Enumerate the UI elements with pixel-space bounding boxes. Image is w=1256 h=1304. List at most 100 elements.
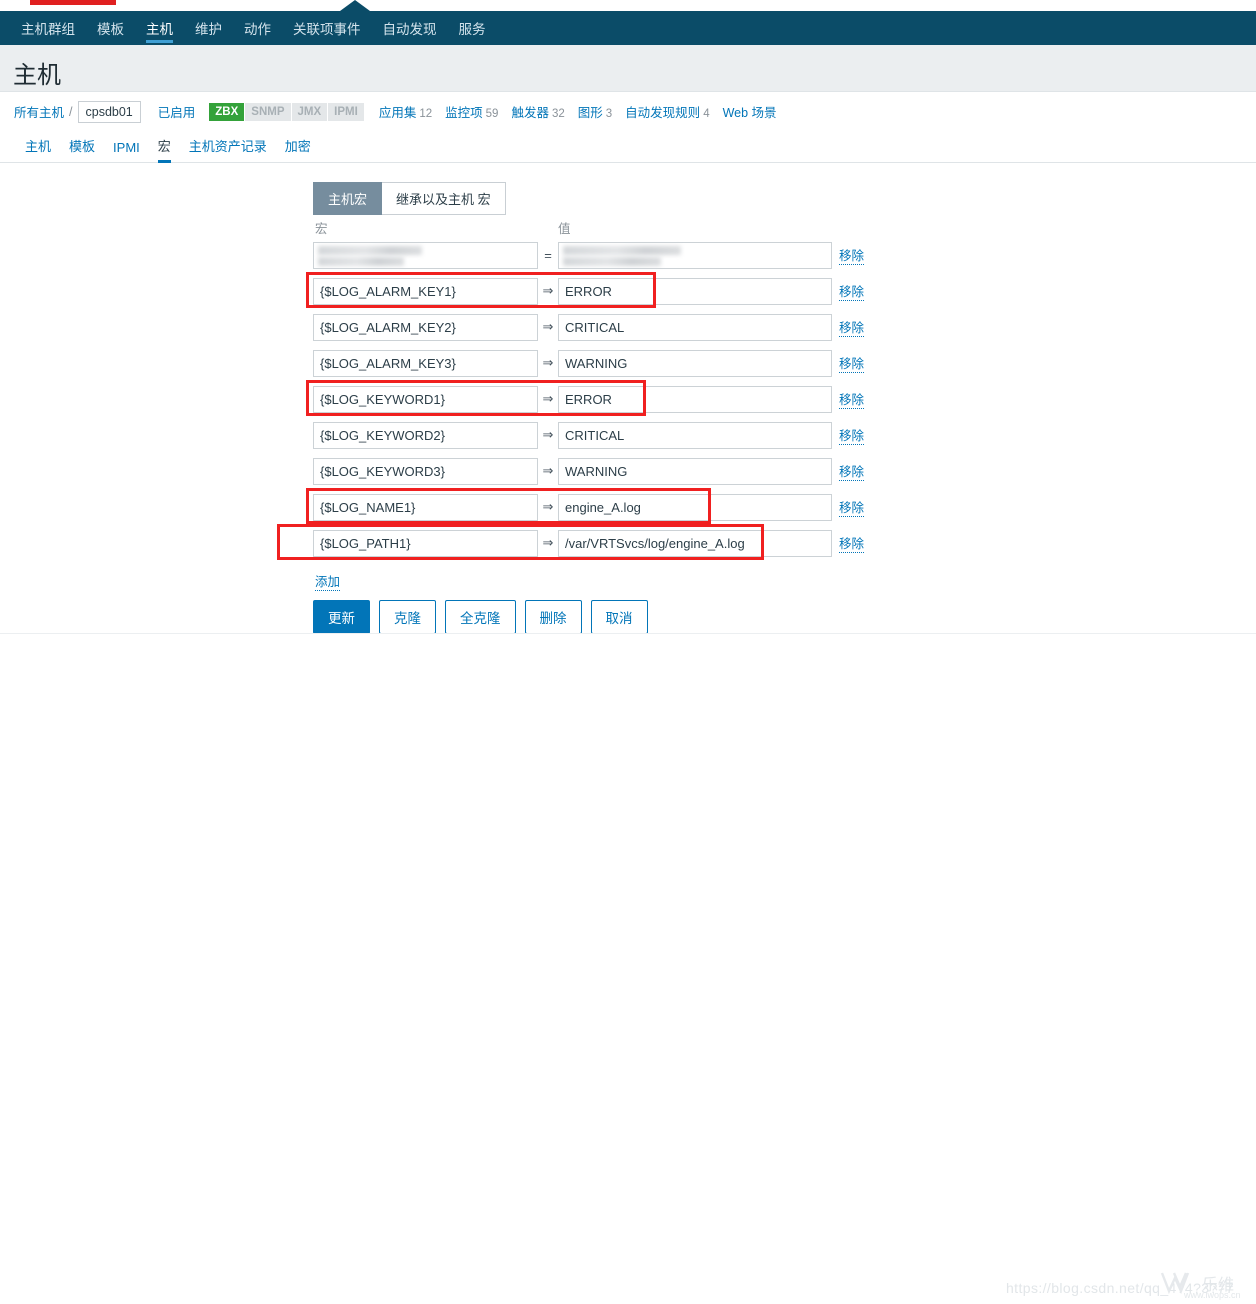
form-button-4[interactable]: 取消 [590,600,648,634]
form-button-3[interactable]: 删除 [524,600,582,634]
macro-name-input-1[interactable]: {$LOG_ALARM_KEY1} [313,277,538,305]
breadcrumb-all-hosts[interactable]: 所有主机 [14,102,64,121]
macro-operator-7: ⇒ [542,499,554,514]
nav-item-1[interactable]: 模板 [86,11,135,45]
macro-operator-0: = [544,247,552,263]
watermark-logo: 乐维 www.lwops.cn [1160,1270,1252,1304]
breadcrumb-separator: / [69,104,73,119]
object-tab-5[interactable]: 加密 [276,136,320,162]
macro-value-input-2[interactable]: CRITICAL [558,313,832,341]
macro-row: {$LOG_KEYWORD2} ⇒ CRITICAL 移除 [0,417,1256,453]
top-strip [0,0,1256,11]
breadcrumb-link-group-1: 监控项 59 [445,102,498,121]
breadcrumb-link-2[interactable]: 触发器 [511,106,549,120]
macro-name-input-2[interactable]: {$LOG_ALARM_KEY2} [313,313,538,341]
macro-value-input-4[interactable]: ERROR [558,385,832,413]
object-tab-1[interactable]: 模板 [60,136,104,162]
object-tab-2[interactable]: IPMI [104,140,149,162]
macro-row: {$LOG_ALARM_KEY3} ⇒ WARNING 移除 [0,345,1256,381]
nav-item-3[interactable]: 维护 [184,11,233,45]
breadcrumb-link-5[interactable]: Web 场景 [723,106,777,120]
page-header: 主机 [0,45,1256,92]
remove-macro-link-8[interactable]: 移除 [839,533,865,553]
interface-badge-snmp: SNMP [245,102,291,121]
macro-name-input-6[interactable]: {$LOG_KEYWORD3} [313,457,538,485]
macro-value-input-1[interactable]: ERROR [558,277,832,305]
macro-operator-6: ⇒ [542,463,554,478]
object-tab-4[interactable]: 主机资产记录 [180,136,276,162]
nav-pointer-notch [340,0,370,11]
interface-badge-zbx[interactable]: ZBX [209,102,245,121]
remove-macro-link-7[interactable]: 移除 [839,497,865,517]
breadcrumb-link-count-0: 12 [419,108,433,120]
interface-badge-jmx: JMX [291,102,328,121]
macro-value-input-8[interactable]: /var/VRTSvcs/log/engine_A.log [558,529,832,557]
breadcrumb-link-0[interactable]: 应用集 [379,106,417,120]
breadcrumb-link-group-0: 应用集 12 [379,102,432,121]
macro-row: {$LOG_KEYWORD3} ⇒ WARNING 移除 [0,453,1256,489]
form-button-1[interactable]: 克隆 [379,600,436,634]
breadcrumb-link-4[interactable]: 自动发现规则 [625,106,700,120]
nav-item-4[interactable]: 动作 [233,11,282,45]
macro-value-input-7[interactable]: engine_A.log [558,493,832,521]
add-macro-link[interactable]: 添加 [315,571,341,591]
macro-name-input-4[interactable]: {$LOG_KEYWORD1} [313,385,538,413]
remove-macro-link-2[interactable]: 移除 [839,317,865,337]
page-footer: https://blog.csdn.net/qq_4?4?3?77 乐维 www… [0,633,1256,1300]
form-action-buttons: 更新 克隆 全克隆 删除 取消 [313,600,648,634]
remove-macro-link-5[interactable]: 移除 [839,425,865,445]
macro-operator-5: ⇒ [542,427,554,442]
redacted-block [563,245,681,255]
macro-scope-tab-1[interactable]: 继承以及主机 宏 [382,182,506,215]
nav-item-5[interactable]: 关联项事件 [282,11,372,45]
page-title: 主机 [13,62,61,89]
nav-item-6[interactable]: 自动发现 [372,11,448,45]
nav-item-2[interactable]: 主机 [135,11,184,45]
breadcrumb-link-3[interactable]: 图形 [578,106,603,120]
macros-form: 主机宏 继承以及主机 宏 宏 值 = 移除 {$LOG_ALARM_KEY1} ⇒ ERR… [0,163,1256,634]
redacted-block [318,256,404,266]
breadcrumb-host-name[interactable]: cpsdb01 [77,100,141,123]
macro-operator-3: ⇒ [542,355,554,370]
macro-name-input-7[interactable]: {$LOG_NAME1} [313,493,538,521]
remove-macro-link-1[interactable]: 移除 [839,281,865,301]
remove-macro-link-0[interactable]: 移除 [839,245,865,265]
macro-scope-tab-0[interactable]: 主机宏 [313,182,383,215]
nav-item-7[interactable]: 服务 [448,11,497,45]
breadcrumb-link-group-2: 触发器 32 [511,102,564,121]
macro-row: {$LOG_ALARM_KEY2} ⇒ CRITICAL 移除 [0,309,1256,345]
nav-item-0[interactable]: 主机群组 [10,11,86,45]
macro-name-input-5[interactable]: {$LOG_KEYWORD2} [313,421,538,449]
remove-macro-link-6[interactable]: 移除 [839,461,865,481]
macro-value-input-5[interactable]: CRITICAL [558,421,832,449]
macro-operator-1: ⇒ [542,283,554,298]
macro-value-input-3[interactable]: WARNING [558,349,832,377]
column-header-value: 值 [558,222,571,236]
macro-operator-2: ⇒ [542,319,554,334]
macro-operator-8: ⇒ [542,535,554,550]
macro-scope-tabs: 主机宏 继承以及主机 宏 [313,182,506,215]
macro-name-input-0[interactable] [313,241,538,269]
object-tab-0[interactable]: 主机 [16,136,60,162]
macro-value-input-6[interactable]: WARNING [558,457,832,485]
macro-name-input-8[interactable]: {$LOG_PATH1} [313,529,538,557]
breadcrumb-host-status[interactable]: 已启用 [158,102,196,121]
macro-value-input-0[interactable] [558,241,832,269]
object-tabs: 主机 模板 IPMI 宏主机资产记录 加密 [0,132,1256,163]
breadcrumb-link-count-1: 59 [485,108,499,120]
form-button-0[interactable]: 更新 [313,600,370,634]
red-marker-bar [30,0,116,5]
macro-row: {$LOG_KEYWORD1} ⇒ ERROR 移除 [0,380,1256,417]
watermark-logo-subtext: www.lwops.cn [1184,1290,1241,1300]
remove-macro-link-4[interactable]: 移除 [839,389,865,409]
object-tab-3[interactable]: 宏 [149,136,180,163]
macro-name-input-3[interactable]: {$LOG_ALARM_KEY3} [313,349,538,377]
breadcrumb: 所有主机 / cpsdb01 已启用 ZBX SNMP JMX IPMI 应用集 12 监控项 59 触… [0,93,1256,130]
redacted-block [563,256,661,266]
breadcrumb-link-count-2: 32 [551,108,565,120]
remove-macro-link-3[interactable]: 移除 [839,353,865,373]
breadcrumb-link-count-3: 3 [605,108,613,120]
form-button-2[interactable]: 全克隆 [445,600,516,634]
macro-row: {$LOG_ALARM_KEY1} ⇒ ERROR 移除 [0,272,1256,309]
breadcrumb-link-1[interactable]: 监控项 [445,106,483,120]
